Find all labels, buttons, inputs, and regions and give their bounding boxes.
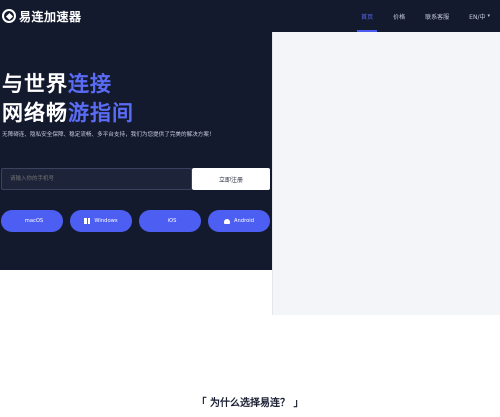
headline-line-2-accent: 游指间 [68, 101, 134, 125]
windows-icon [84, 218, 91, 224]
nav-item-language[interactable]: EN/中 ▾ [469, 0, 490, 32]
hero-subtitle: 无障碍连、隐私安全保障、稳定流畅、多平台支持，我们为您提供了完美的解决方案！ [2, 132, 215, 138]
top-nav: 易连加速器 首页 价格 联系客服 EN/中 ▾ [0, 0, 500, 32]
brand-name: 易连加速器 [19, 9, 82, 24]
platform-label: iOS [167, 218, 177, 224]
chevron-down-icon: ▾ [487, 13, 490, 19]
headline-line-1-plain: 与世界 [2, 72, 68, 96]
headline-line-1-accent: 连接 [68, 72, 112, 96]
section-title: 「 为什么选择易连？ 」 [196, 398, 304, 409]
logo-icon [2, 9, 16, 23]
platform-buttons: macOS Windows iOS Android [1, 210, 272, 232]
android-download-button[interactable]: Android [208, 210, 270, 232]
windows-download-button[interactable]: Windows [70, 210, 132, 232]
phone-input[interactable] [1, 168, 192, 190]
ios-download-button[interactable]: iOS [139, 210, 201, 232]
platform-label: macOS [24, 218, 44, 224]
android-icon [223, 218, 230, 224]
headline-line-1: 与世界连接 [2, 70, 134, 99]
macos-download-button[interactable]: macOS [1, 210, 63, 232]
headline-line-2-plain: 网络畅 [2, 101, 68, 125]
nav-item-home[interactable]: 首页 [357, 0, 378, 32]
hero-image-panel [272, 32, 500, 315]
headline-line-2: 网络畅游指间 [2, 99, 134, 128]
nav-item-support[interactable]: 联系客服 [425, 0, 449, 32]
nav-links: 首页 价格 联系客服 EN/中 ▾ [341, 0, 490, 32]
hero-headline: 与世界连接 网络畅游指间 [2, 70, 134, 128]
platform-label: Android [233, 218, 255, 224]
platform-label: Windows [94, 218, 118, 224]
nav-item-pricing[interactable]: 价格 [393, 0, 405, 32]
register-button[interactable]: 立即注册 [192, 168, 270, 190]
language-label: EN/中 [469, 13, 486, 21]
brand-logo[interactable]: 易连加速器 [2, 6, 82, 26]
